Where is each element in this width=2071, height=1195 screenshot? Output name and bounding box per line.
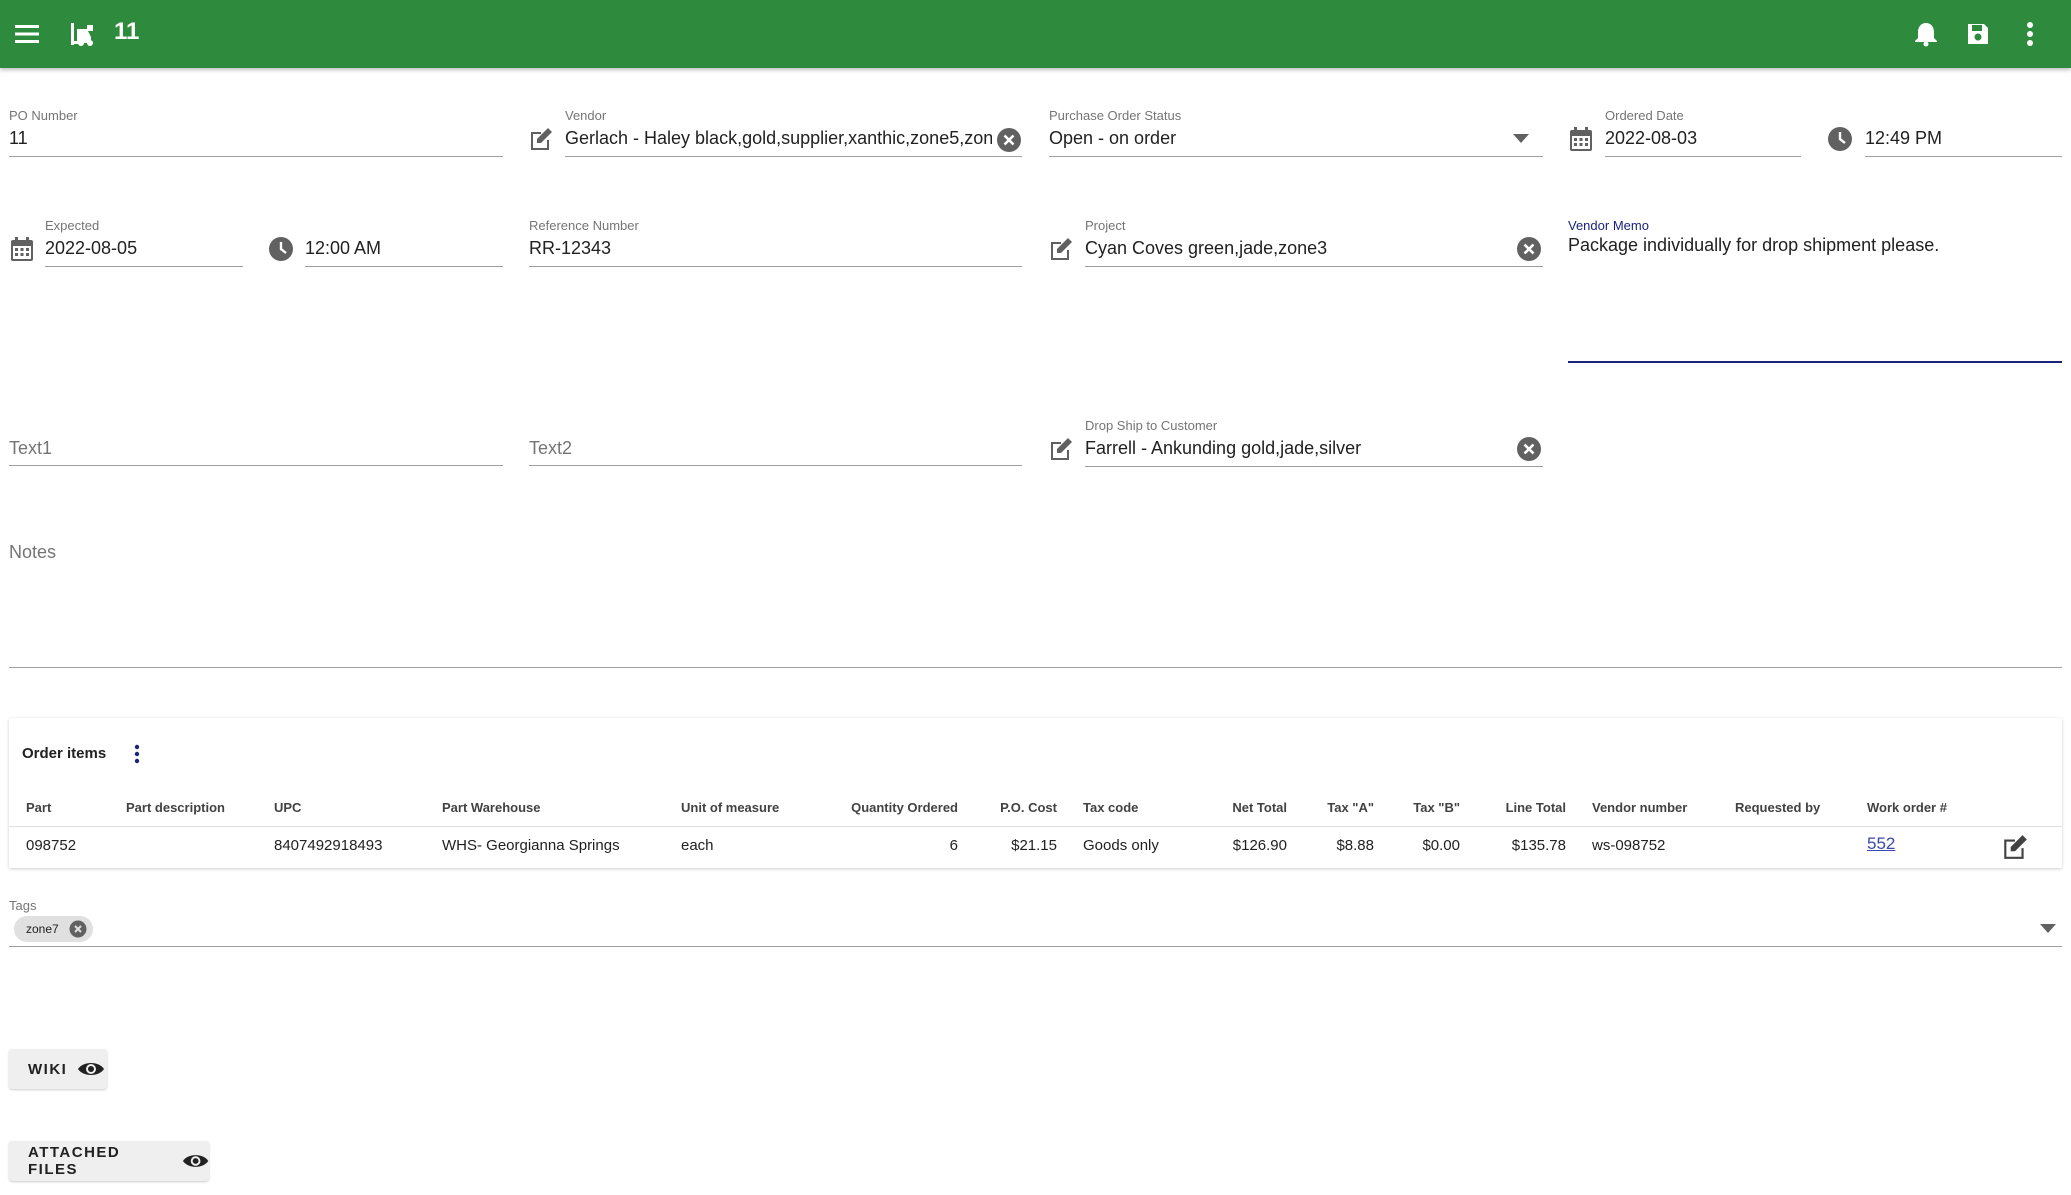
menu-icon[interactable] [13, 20, 41, 48]
page-title: 11 [114, 18, 140, 45]
vendor-memo-label: Vendor Memo [1568, 218, 1649, 233]
cell-upc: 8407492918493 [274, 837, 383, 854]
vendor-label: Vendor [565, 108, 607, 123]
remove-tag-icon[interactable] [69, 920, 87, 938]
save-icon[interactable] [1964, 20, 1992, 48]
column-header-requested-by[interactable]: Requested by [1735, 800, 1820, 815]
ordered-date-value: 2022-08-03 [1605, 128, 1698, 148]
column-header-unit-of-measure[interactable]: Unit of measure [681, 800, 779, 815]
reference-number-field[interactable]: Reference Number RR-12343 [529, 218, 1022, 268]
column-header-tax-b[interactable]: Tax "B" [1384, 800, 1460, 815]
column-header-tax-code[interactable]: Tax code [1083, 800, 1138, 815]
column-header-part-warehouse[interactable]: Part Warehouse [442, 800, 541, 815]
cell-quantity-ordered: 6 [949, 837, 958, 854]
tag-chip: zone7 [14, 916, 93, 942]
ordered-time-value: 12:49 PM [1865, 128, 1943, 148]
column-header-po-cost[interactable]: P.O. Cost [969, 800, 1057, 815]
text1-placeholder: Text1 [9, 438, 53, 458]
clear-drop-ship-icon[interactable] [1516, 436, 1542, 462]
status-select[interactable]: Purchase Order Status Open - on order [1049, 108, 1543, 158]
cell-unit-of-measure: each [681, 837, 714, 854]
chevron-down-icon [1513, 134, 1529, 143]
reference-number-value: RR-12343 [529, 238, 612, 258]
po-number-field[interactable]: PO Number 11 [9, 108, 503, 158]
project-field[interactable]: Project Cyan Coves green,jade,zone3 [1085, 218, 1543, 268]
expected-time-value: 12:00 AM [305, 238, 382, 258]
column-header-vendor-number[interactable]: Vendor number [1592, 800, 1687, 815]
order-items-card: Order items Part Part description UPC Pa… [9, 718, 2062, 868]
attached-files-button-label: ATTACHED FILES [28, 1144, 121, 1178]
vendor-value: Gerlach - Haley black,gold,supplier,xant… [565, 128, 992, 148]
column-header-tax-a[interactable]: Tax "A" [1299, 800, 1374, 815]
text2-placeholder: Text2 [529, 438, 573, 458]
column-header-quantity-ordered[interactable]: Quantity Ordered [809, 800, 958, 815]
text1-field[interactable]: Text1 [9, 436, 503, 466]
forklift-icon [69, 20, 97, 48]
cell-vendor-number: ws-098752 [1592, 837, 1666, 854]
app-bar: 11 [0, 0, 2071, 68]
more-vert-icon[interactable] [125, 742, 149, 766]
project-value: Cyan Coves green,jade,zone3 [1085, 238, 1328, 258]
status-label: Purchase Order Status [1049, 108, 1182, 123]
po-number-value: 11 [9, 128, 28, 148]
notes-placeholder: Notes [9, 542, 57, 562]
attached-files-button[interactable]: ATTACHED FILES [9, 1141, 209, 1181]
vendor-memo-value: Package individually for drop shipment p… [1568, 235, 1940, 255]
cell-line-total: $135.78 [1511, 837, 1566, 854]
cell-tax-a: $8.88 [1336, 837, 1374, 854]
ordered-time-field[interactable]: 12:49 PM [1865, 108, 2062, 158]
work-order-link[interactable]: 552 [1867, 834, 1895, 854]
column-header-part[interactable]: Part [26, 800, 51, 815]
edit-row-icon[interactable] [2001, 834, 2029, 860]
expected-date-field[interactable]: Expected 2022-08-05 [45, 218, 243, 268]
cell-tax-b: $0.00 [1422, 837, 1460, 854]
eye-icon [182, 1155, 209, 1167]
vendor-field[interactable]: Vendor Gerlach - Haley black,gold,suppli… [565, 108, 1022, 158]
calendar-icon[interactable] [9, 236, 35, 262]
column-header-upc[interactable]: UPC [274, 800, 301, 815]
order-items-title: Order items [22, 745, 107, 762]
status-value: Open - on order [1049, 128, 1177, 148]
column-header-work-order[interactable]: Work order # [1867, 800, 1947, 815]
edit-vendor-icon[interactable] [528, 126, 554, 152]
clear-vendor-icon[interactable] [996, 127, 1022, 153]
ordered-date-label: Ordered Date [1605, 108, 1684, 123]
po-number-label: PO Number [9, 108, 78, 123]
project-label: Project [1085, 218, 1126, 233]
calendar-icon[interactable] [1568, 126, 1594, 152]
edit-drop-ship-icon[interactable] [1048, 436, 1074, 462]
cell-po-cost: $21.15 [1011, 837, 1057, 854]
eye-icon [78, 1063, 105, 1075]
drop-ship-field[interactable]: Drop Ship to Customer Farrell - Ankundin… [1085, 418, 1543, 468]
expected-date-value: 2022-08-05 [45, 238, 138, 258]
expected-time-field[interactable]: 12:00 AM [305, 218, 503, 268]
expected-label: Expected [45, 218, 100, 233]
reference-number-label: Reference Number [529, 218, 639, 233]
clock-icon[interactable] [1827, 126, 1853, 152]
tags-label: Tags [9, 898, 37, 913]
notes-field[interactable]: Notes [9, 540, 2062, 668]
vendor-memo-field[interactable]: Vendor Memo Package individually for dro… [1568, 218, 2062, 364]
clear-project-icon[interactable] [1516, 236, 1542, 262]
drop-ship-value: Farrell - Ankunding gold,jade,silver [1085, 438, 1362, 458]
edit-project-icon[interactable] [1048, 236, 1074, 262]
drop-ship-label: Drop Ship to Customer [1085, 418, 1218, 433]
column-header-net-total[interactable]: Net Total [1179, 800, 1287, 815]
column-header-part-description[interactable]: Part description [126, 800, 225, 815]
text2-field[interactable]: Text2 [529, 436, 1022, 466]
more-vert-icon[interactable] [2016, 20, 2044, 48]
clock-icon[interactable] [268, 236, 294, 262]
chevron-down-icon[interactable] [2040, 924, 2056, 934]
cell-net-total: $126.90 [1232, 837, 1287, 854]
cell-part-warehouse: WHS- Georgianna Springs [442, 837, 620, 854]
cell-part: 098752 [26, 837, 77, 854]
wiki-button-label: WIKI [28, 1060, 68, 1078]
ordered-date-field[interactable]: Ordered Date 2022-08-03 [1605, 108, 1801, 158]
cell-tax-code: Goods only [1083, 837, 1159, 854]
column-header-line-total[interactable]: Line Total [1469, 800, 1566, 815]
wiki-button[interactable]: WIKI [9, 1049, 107, 1089]
tags-field[interactable]: Tags [9, 898, 2062, 948]
bell-icon[interactable] [1912, 20, 1940, 48]
tag-chip-label: zone7 [26, 922, 59, 936]
